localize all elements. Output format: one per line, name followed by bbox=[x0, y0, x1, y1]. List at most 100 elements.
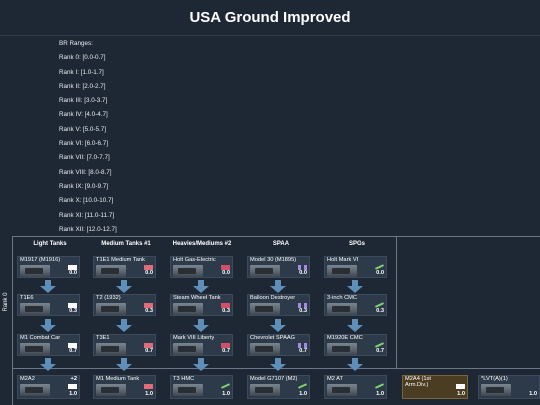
vehicle-thumbnail bbox=[173, 265, 203, 277]
vehicle-thumbnail bbox=[96, 343, 126, 355]
page-title: USA Ground Improved bbox=[0, 0, 540, 36]
vehicle-thumbnail bbox=[20, 265, 50, 277]
vehicle-name: Model G7107 (M2) bbox=[250, 376, 298, 382]
spg-icon bbox=[221, 384, 230, 389]
vehicle-rating: 0.7 bbox=[222, 348, 230, 354]
vehicle-name: T1E1 Medium Tank bbox=[96, 257, 145, 263]
vehicle-card[interactable]: Holt Mark VI 0.0 bbox=[324, 256, 387, 278]
vehicle-rating: 0.3 bbox=[376, 308, 384, 314]
br-range-line: Rank VII: [7.0-7.7] bbox=[59, 154, 110, 162]
vehicle-name: Holt Gas-Electric bbox=[173, 257, 216, 263]
vehicle-name: M1920E CMC bbox=[327, 335, 363, 341]
vehicle-rating: 1.0 bbox=[299, 391, 307, 397]
br-range-line: Rank VI: [6.0-6.7] bbox=[59, 140, 109, 148]
vehicle-thumbnail bbox=[20, 303, 50, 315]
vehicle-rating: 0.7 bbox=[299, 348, 307, 354]
vehicle-card[interactable]: Balloon Destroyer 0.3 bbox=[247, 294, 310, 316]
vehicle-name: M1 Combat Car bbox=[20, 335, 61, 341]
vehicle-rating: 0.0 bbox=[69, 270, 77, 276]
vehicle-rating: 0.7 bbox=[376, 348, 384, 354]
vehicle-rating: 0.0 bbox=[145, 270, 153, 276]
vehicle-rating: 0.0 bbox=[376, 270, 384, 276]
vehicle-name: Holt Mark VI bbox=[327, 257, 359, 263]
vehicle-rating: 0.3 bbox=[299, 308, 307, 314]
vehicle-card[interactable]: Model G7107 (M2) 1.0 bbox=[247, 375, 310, 399]
column-header-spgs: SPGs bbox=[348, 241, 365, 247]
vehicle-card[interactable]: Mark VIII Liberty 0.7 bbox=[170, 334, 233, 356]
vehicle-thumbnail bbox=[96, 265, 126, 277]
vehicle-card[interactable]: Holt Gas-Electric 0.0 bbox=[170, 256, 233, 278]
vehicle-name: Chevrolet SPAAG bbox=[250, 335, 296, 341]
vehicle-card[interactable]: Steam Wheel Tank 0.3 bbox=[170, 294, 233, 316]
vehicle-card[interactable]: T3 HMC 1.0 bbox=[170, 375, 233, 399]
light-tank-icon bbox=[456, 384, 465, 389]
vehicle-thumbnail bbox=[96, 303, 126, 315]
vehicle-rating: 1.0 bbox=[529, 391, 537, 397]
vehicle-thumbnail bbox=[250, 265, 280, 277]
vehicle-thumbnail bbox=[327, 343, 357, 355]
vehicle-card[interactable]: T1E1 Medium Tank 0.0 bbox=[93, 256, 156, 278]
vehicle-card[interactable]: M2A2 +2 1.0 bbox=[17, 375, 80, 399]
vehicle-card[interactable]: M1 Combat Car 0.7 bbox=[17, 334, 80, 356]
vehicle-name: M1917 (M1916) bbox=[20, 257, 61, 263]
br-range-line: Rank XII: [12.0-12.7] bbox=[59, 225, 117, 233]
vehicle-thumbnail bbox=[173, 343, 203, 355]
vehicle-name: M2A2 bbox=[20, 376, 35, 382]
vehicle-card[interactable]: M1 Medium Tank 1.0 bbox=[93, 375, 156, 399]
vehicle-name: Balloon Destroyer bbox=[250, 295, 296, 301]
vehicle-name: T2 (1932) bbox=[96, 295, 121, 301]
premium-vehicle-card[interactable]: M2A4 (1st Arm.Div.) 1.0 bbox=[402, 375, 468, 399]
tree-top-divider bbox=[0, 236, 540, 237]
rank-0-label-bar: Rank 0 bbox=[0, 236, 13, 368]
br-ranges-list: BR Ranges: Rank 0: [0.0-0.7] Rank I: [1.… bbox=[59, 37, 117, 237]
vehicle-name: T3 HMC bbox=[173, 376, 195, 382]
vehicle-rating: 0.0 bbox=[222, 270, 230, 276]
vehicle-rating: 0.7 bbox=[69, 348, 77, 354]
vehicle-rating: 1.0 bbox=[376, 391, 384, 397]
vehicle-thumbnail bbox=[20, 384, 50, 396]
br-range-line: Rank V: [5.0-5.7] bbox=[59, 125, 107, 133]
vehicle-name: T1E6 bbox=[20, 295, 34, 301]
vehicle-card[interactable]: M2 AT 1.0 bbox=[324, 375, 387, 399]
vehicle-name: *LVT(A)(1) bbox=[481, 376, 508, 382]
vehicle-card[interactable]: M1920E CMC 0.7 bbox=[324, 334, 387, 356]
br-range-line: Rank X: [10.0-10.7] bbox=[59, 197, 114, 205]
group-count-badge: +2 bbox=[70, 376, 78, 382]
spg-icon bbox=[298, 384, 307, 389]
rank-1-label-bar bbox=[0, 369, 13, 405]
vehicle-name: M1 Medium Tank bbox=[96, 376, 140, 382]
light-tank-icon bbox=[68, 384, 77, 389]
vehicle-name: M2 AT bbox=[327, 376, 344, 382]
tree-column-divider bbox=[396, 236, 397, 368]
vehicle-card[interactable]: Model 30 (M1895) 0.0 bbox=[247, 256, 310, 278]
column-header-light-tanks: Light Tanks bbox=[33, 241, 67, 247]
br-range-line: Rank III: [3.0-3.7] bbox=[59, 97, 108, 105]
vehicle-rating: 0.3 bbox=[222, 308, 230, 314]
vehicle-rating: 1.0 bbox=[145, 391, 153, 397]
vehicle-thumbnail bbox=[250, 343, 280, 355]
rank-0-label: Rank 0 bbox=[3, 292, 9, 312]
vehicle-card[interactable]: *LVT(A)(1) 1.0 bbox=[478, 375, 540, 399]
vehicle-rating: 1.0 bbox=[457, 391, 465, 397]
vehicle-thumbnail bbox=[481, 384, 511, 396]
vehicle-card[interactable]: T1E6 0.3 bbox=[17, 294, 80, 316]
vehicle-name: 3-inch CMC bbox=[327, 295, 358, 301]
vehicle-thumbnail bbox=[327, 265, 357, 277]
vehicle-card[interactable]: 3-inch CMC 0.3 bbox=[324, 294, 387, 316]
vehicle-thumbnail bbox=[250, 384, 280, 396]
br-range-line: Rank 0: [0.0-0.7] bbox=[59, 54, 106, 62]
br-range-line: Rank XI: [11.0-11.7] bbox=[59, 211, 115, 219]
vehicle-card[interactable]: Chevrolet SPAAG 0.7 bbox=[247, 334, 310, 356]
br-range-line: Rank IX: [9.0-9.7] bbox=[59, 182, 109, 190]
vehicle-card[interactable]: M1917 (M1916) 0.0 bbox=[17, 256, 80, 278]
vehicle-thumbnail bbox=[173, 303, 203, 315]
vehicle-thumbnail bbox=[327, 303, 357, 315]
vehicle-name: Model 30 (M1895) bbox=[250, 257, 297, 263]
vehicle-name: M2A4 (1st Arm.Div.) bbox=[405, 376, 431, 388]
vehicle-rating: 1.0 bbox=[69, 391, 77, 397]
vehicle-card[interactable]: T3E1 0.7 bbox=[93, 334, 156, 356]
br-range-line: Rank VIII: [8.0-8.7] bbox=[59, 168, 112, 176]
vehicle-thumbnail bbox=[173, 384, 203, 396]
vehicle-card[interactable]: T2 (1932) 0.3 bbox=[93, 294, 156, 316]
vehicle-name: Steam Wheel Tank bbox=[173, 295, 221, 301]
